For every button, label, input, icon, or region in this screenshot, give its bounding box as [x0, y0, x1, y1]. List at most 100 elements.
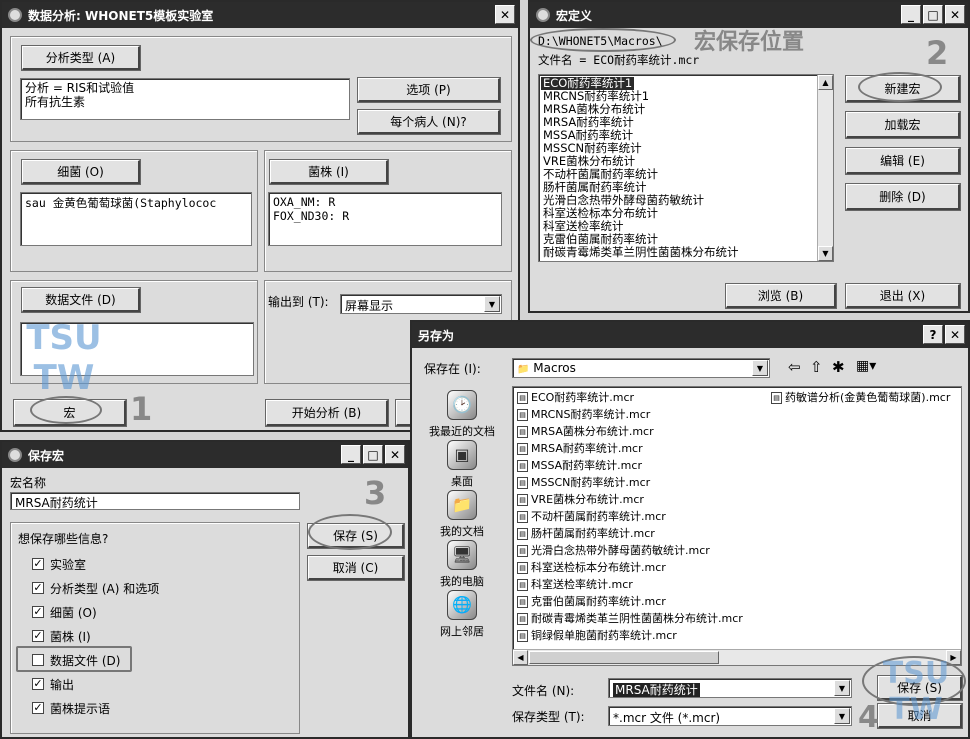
- file-item[interactable]: ▤ VRE菌株分布统计.mcr: [517, 491, 644, 508]
- save-macro-button[interactable]: 保存 (S): [308, 524, 404, 548]
- file-list[interactable]: ▤ ECO耐药率统计.mcr ▤ MRCNS耐药率统计.mcr ▤ MRSA菌株分布统计.…: [512, 386, 962, 666]
- nav-computer-label: 我的电脑: [440, 575, 484, 588]
- chevron-down-icon[interactable]: ▼: [834, 708, 850, 724]
- file-item[interactable]: ▤ 不动杆菌属耐药率统计.mcr: [517, 508, 666, 525]
- load-macro-button[interactable]: 加载宏: [846, 112, 960, 138]
- file-item[interactable]: ▤ MRSA耐药率统计.mcr: [517, 440, 643, 457]
- new-folder-icon[interactable]: ✱: [832, 358, 845, 376]
- nav-network[interactable]: 🌐 网上邻居: [424, 590, 500, 639]
- analysis-type-button[interactable]: 分析类型 (A): [22, 46, 140, 70]
- edit-macro-button[interactable]: 编辑 (E): [846, 148, 960, 174]
- file-item[interactable]: ▤ 铜绿假单胞菌耐药率统计.mcr: [517, 627, 677, 644]
- chevron-down-icon[interactable]: ▼: [484, 296, 500, 312]
- app-icon: [8, 8, 22, 22]
- close-icon[interactable]: ✕: [385, 445, 405, 464]
- save-option-checkbox[interactable]: ✓: [32, 558, 44, 570]
- save-option-checkbox[interactable]: ✓: [32, 630, 44, 642]
- maximize-icon[interactable]: □: [363, 445, 383, 464]
- filename-input[interactable]: MRSA耐药统计 ▼: [608, 678, 852, 698]
- delete-macro-button[interactable]: 删除 (D): [846, 184, 960, 210]
- minimize-icon[interactable]: _: [901, 5, 921, 24]
- scroll-left-icon[interactable]: ◀: [513, 650, 528, 665]
- network-icon: 🌐: [447, 590, 477, 620]
- nav-desktop[interactable]: ▣ 桌面: [424, 440, 500, 489]
- file-item[interactable]: ▤ ECO耐药率统计.mcr: [517, 389, 634, 406]
- minimize-icon[interactable]: _: [341, 445, 361, 464]
- macro-name-input[interactable]: MRSA耐药统计: [10, 492, 300, 510]
- close-icon[interactable]: ✕: [945, 5, 965, 24]
- file-item[interactable]: ▤ MSSA耐药率统计.mcr: [517, 457, 642, 474]
- scroll-up-icon[interactable]: ▲: [818, 75, 833, 90]
- file-item[interactable]: ▤ MRCNS耐药率统计.mcr: [517, 406, 650, 423]
- analysis-type-line-1: 分析 = RIS和试验值: [25, 81, 135, 95]
- file-item[interactable]: ▤ 科室送检率统计.mcr: [517, 576, 633, 593]
- browse-button[interactable]: 浏览 (B): [726, 284, 836, 308]
- save-option-checkbox[interactable]: ✓: [32, 678, 44, 690]
- save-option-checkbox[interactable]: ✓: [32, 702, 44, 714]
- annotation-step-1: 1: [130, 390, 153, 428]
- macro-list-scrollbar[interactable]: ▲ ▼: [817, 75, 833, 261]
- folder-icon: 📁: [517, 364, 530, 375]
- maximize-icon[interactable]: □: [923, 5, 943, 24]
- nav-recent-label: 我最近的文档: [429, 425, 495, 438]
- file-icon: ▤: [517, 408, 528, 421]
- file-item[interactable]: ▤ MSSCN耐药率统计.mcr: [517, 474, 650, 491]
- output-select[interactable]: 屏幕显示 ▼: [340, 294, 502, 314]
- macro-list-item[interactable]: 耐碳青霉烯类革兰阴性菌菌株分布统计: [543, 246, 739, 259]
- start-analysis-button[interactable]: 开始分析 (B): [266, 400, 388, 426]
- new-macro-button[interactable]: 新建宏: [846, 76, 960, 102]
- file-item[interactable]: ▤ 耐碳青霉烯类革兰阴性菌菌株分布统计.mcr: [517, 610, 743, 627]
- nav-computer[interactable]: 🖥 我的电脑: [424, 540, 500, 589]
- filename-label: 文件名 (N):: [512, 684, 575, 698]
- filetype-select[interactable]: *.mcr 文件 (*.mcr) ▼: [608, 706, 852, 726]
- organism-button[interactable]: 细菌 (O): [22, 160, 140, 184]
- save-in-select[interactable]: 📁 Macros ▼: [512, 358, 770, 378]
- file-item[interactable]: ▤ 科室送检标本分布统计.mcr: [517, 559, 666, 576]
- save-option-checkbox[interactable]: ✓: [32, 606, 44, 618]
- back-icon[interactable]: ⇦: [788, 358, 801, 376]
- close-icon[interactable]: ✕: [945, 325, 965, 344]
- file-item[interactable]: ▤ 药敏谱分析(金黄色葡萄球菌).mcr: [771, 389, 950, 406]
- views-icon[interactable]: ▦▾: [856, 358, 876, 374]
- up-folder-icon[interactable]: ⇧: [810, 358, 823, 376]
- data-file-button[interactable]: 数据文件 (D): [22, 288, 140, 312]
- strain-field: OXA_NM: R FOX_ND30: R: [268, 192, 502, 246]
- file-item[interactable]: ▤ 光滑白念热带外酵母菌药敏统计.mcr: [517, 542, 710, 559]
- file-icon: ▤: [517, 493, 528, 506]
- exit-button[interactable]: 退出 (X): [846, 284, 960, 308]
- macro-name-label: 宏名称: [10, 476, 47, 490]
- macro-title: 宏定义: [556, 8, 593, 23]
- scroll-down-icon[interactable]: ▼: [818, 246, 833, 261]
- file-item[interactable]: ▤ 克雷伯菌属耐药率统计.mcr: [517, 593, 666, 610]
- per-patient-button[interactable]: 每个病人 (N)?: [358, 110, 500, 134]
- close-icon[interactable]: ✕: [495, 5, 515, 24]
- annotation-step-2: 2: [926, 34, 949, 72]
- save-options-label: 想保存哪些信息?: [18, 532, 109, 546]
- file-item-label: MSSA耐药率统计.mcr: [531, 459, 642, 472]
- macro-list[interactable]: ECO耐药率统计1 MRCNS耐药率统计1 MRSA菌株分布统计 MRSA耐药率统计 M…: [538, 74, 834, 262]
- analysis-title-bar[interactable]: 数据分析: WHONET5模板实验室 ✕: [2, 2, 518, 28]
- macro-path: D:\WHONET5\Macros\: [538, 34, 663, 48]
- file-item-label: 科室送检率统计.mcr: [531, 578, 633, 591]
- chevron-down-icon[interactable]: ▼: [752, 360, 768, 376]
- strain-button[interactable]: 菌株 (I): [270, 160, 388, 184]
- file-item[interactable]: ▤ 肠杆菌属耐药率统计.mcr: [517, 525, 655, 542]
- save-option-checkbox[interactable]: ✓: [32, 582, 44, 594]
- options-button[interactable]: 选项 (P): [358, 78, 500, 102]
- cancel-macro-button[interactable]: 取消 (C): [308, 556, 404, 580]
- save-macro-title-bar[interactable]: 保存宏 _ □ ✕: [2, 442, 408, 468]
- nav-recent[interactable]: 🕑 我最近的文档: [424, 390, 500, 439]
- save-in-value: Macros: [533, 361, 576, 375]
- save-as-title-bar[interactable]: 另存为 ? ✕: [412, 322, 968, 348]
- file-item-label: 光滑白念热带外酵母菌药敏统计.mcr: [531, 544, 710, 557]
- file-item[interactable]: ▤ MRSA菌株分布统计.mcr: [517, 423, 654, 440]
- chevron-down-icon[interactable]: ▼: [834, 680, 850, 696]
- nav-documents[interactable]: 📁 我的文档: [424, 490, 500, 539]
- macro-button[interactable]: 宏: [14, 400, 126, 426]
- save-option-checkbox[interactable]: [32, 654, 44, 666]
- save-option-label: 分析类型 (A) 和选项: [50, 582, 160, 596]
- help-icon[interactable]: ?: [923, 325, 943, 344]
- file-list-scroll-thumb[interactable]: [529, 651, 719, 664]
- file-icon: ▤: [517, 561, 528, 574]
- file-item-label: 铜绿假单胞菌耐药率统计.mcr: [531, 629, 677, 642]
